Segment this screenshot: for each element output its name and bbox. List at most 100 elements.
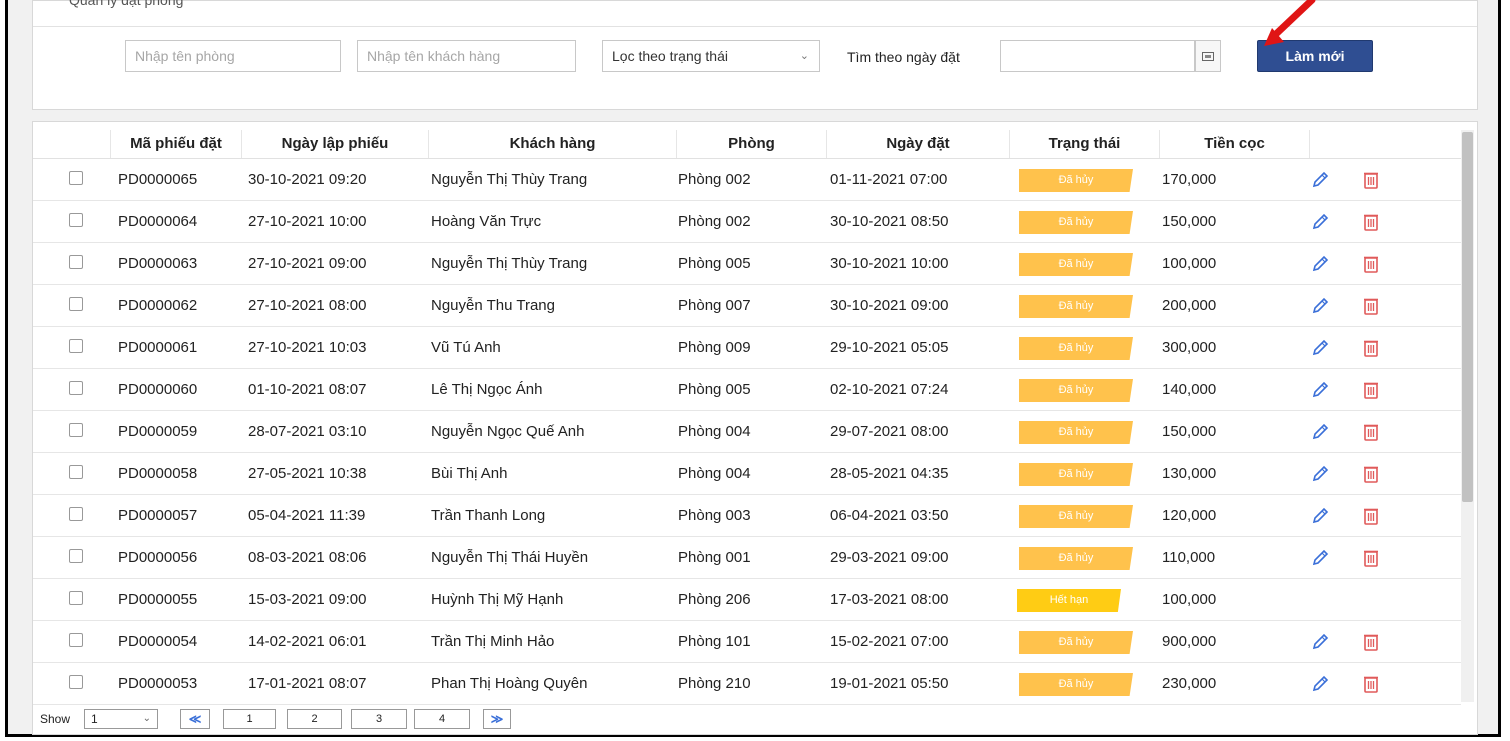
trash-icon[interactable]	[1363, 171, 1379, 189]
row-checkbox[interactable]	[69, 171, 83, 185]
table-row[interactable]: PD0000054 14-02-2021 06:01 Trần Thị Minh H…	[33, 621, 1461, 663]
row-checkbox[interactable]	[69, 675, 83, 689]
trash-icon[interactable]	[1363, 507, 1379, 525]
cell-room: Phòng 004	[678, 465, 751, 482]
pencil-icon[interactable]	[1311, 339, 1329, 357]
pencil-icon[interactable]	[1311, 465, 1329, 483]
pencil-icon[interactable]	[1311, 423, 1329, 441]
table-row[interactable]: PD0000056 08-03-2021 08:06 Nguyễn Thị Thái…	[33, 537, 1461, 579]
scroll-thumb[interactable]	[1462, 132, 1473, 502]
row-checkbox[interactable]	[69, 381, 83, 395]
cell-booked: 17-03-2021 08:00	[830, 591, 949, 608]
cell-customer: Nguyễn Thu Trang	[431, 297, 555, 314]
booking-date-label: Tìm theo ngày đặt	[847, 49, 960, 65]
bookings-table: Mã phiếu đặt Ngày lập phiếu Khách hàng P…	[32, 121, 1478, 735]
cell-code: PD0000057	[118, 507, 198, 524]
row-checkbox[interactable]	[69, 297, 83, 311]
trash-icon[interactable]	[1363, 339, 1379, 357]
header-customer: Khách hàng	[428, 130, 676, 158]
header-code: Mã phiếu đặt	[110, 130, 241, 158]
trash-icon[interactable]	[1363, 255, 1379, 273]
table-row[interactable]: PD0000063 27-10-2021 09:00 Nguyễn Thị Thùy…	[33, 243, 1461, 285]
table-row[interactable]: PD0000059 28-07-2021 03:10 Nguyễn Ngọc Quế…	[33, 411, 1461, 453]
status-filter-select[interactable]: Lọc theo trạng thái ⌄	[602, 40, 820, 72]
row-checkbox[interactable]	[69, 339, 83, 353]
table-row[interactable]: PD0000055 15-03-2021 09:00 Huỳnh Thị Mỹ Hạ…	[33, 579, 1461, 621]
table-row[interactable]: PD0000060 01-10-2021 08:07 Lê Thị Ngọc Ánh…	[33, 369, 1461, 411]
table-row[interactable]: PD0000058 27-05-2021 10:38 Bùi Thị Anh Phòn…	[33, 453, 1461, 495]
cell-customer: Phan Thị Hoàng Quyên	[431, 675, 588, 692]
customer-name-input[interactable]	[357, 40, 576, 72]
row-checkbox[interactable]	[69, 213, 83, 227]
table-row[interactable]: PD0000064 27-10-2021 10:00 Hoàng Văn Trực P…	[33, 201, 1461, 243]
cell-customer: Lê Thị Ngọc Ánh	[431, 381, 543, 398]
pencil-icon[interactable]	[1311, 255, 1329, 273]
room-name-input[interactable]	[125, 40, 341, 72]
calendar-button[interactable]	[1195, 40, 1221, 72]
cell-created: 27-10-2021 08:00	[248, 297, 367, 314]
prev-page-button[interactable]: ≪	[180, 709, 210, 729]
row-checkbox[interactable]	[69, 255, 83, 269]
cell-created: 01-10-2021 08:07	[248, 381, 367, 398]
table-row[interactable]: PD0000065 30-10-2021 09:20 Nguyễn Thị Thùy…	[33, 159, 1461, 201]
trash-icon[interactable]	[1363, 297, 1379, 315]
cell-code: PD0000063	[118, 255, 198, 272]
cell-code: PD0000054	[118, 633, 198, 650]
cell-created: 05-04-2021 11:39	[248, 507, 366, 524]
status-badge: Đã hủy	[1019, 505, 1133, 528]
page-button-1[interactable]: 1	[223, 709, 276, 729]
status-badge: Hết hạn	[1017, 589, 1121, 612]
cell-room: Phòng 206	[678, 591, 751, 608]
cell-code: PD0000055	[118, 591, 198, 608]
pencil-icon[interactable]	[1311, 381, 1329, 399]
booking-date-input[interactable]	[1000, 40, 1195, 72]
cell-deposit: 130,000	[1162, 465, 1217, 482]
row-checkbox[interactable]	[69, 423, 83, 437]
header-created: Ngày lập phiếu	[241, 130, 428, 158]
table-row[interactable]: PD0000061 27-10-2021 10:03 Vũ Tú Anh Phòng …	[33, 327, 1461, 369]
pencil-icon[interactable]	[1311, 507, 1329, 525]
pencil-icon[interactable]	[1311, 171, 1329, 189]
pencil-icon[interactable]	[1311, 213, 1329, 231]
cell-deposit: 200,000	[1162, 297, 1217, 314]
cell-created: 27-05-2021 10:38	[248, 465, 367, 482]
trash-icon[interactable]	[1363, 213, 1379, 231]
cell-customer: Bùi Thị Anh	[431, 465, 508, 482]
table-row[interactable]: PD0000053 17-01-2021 08:07 Phan Thị Hoàng …	[33, 663, 1461, 705]
cell-room: Phòng 001	[678, 549, 751, 566]
trash-icon[interactable]	[1363, 633, 1379, 651]
row-checkbox[interactable]	[69, 549, 83, 563]
red-arrow-icon	[1264, 0, 1316, 46]
trash-icon[interactable]	[1363, 381, 1379, 399]
next-page-button[interactable]: ≫	[483, 709, 511, 729]
pencil-icon[interactable]	[1311, 549, 1329, 567]
trash-icon[interactable]	[1363, 675, 1379, 693]
row-checkbox[interactable]	[69, 507, 83, 521]
table-row[interactable]: PD0000062 27-10-2021 08:00 Nguyễn Thu Tran…	[33, 285, 1461, 327]
cell-created: 28-07-2021 03:10	[248, 423, 367, 440]
pencil-icon[interactable]	[1311, 633, 1329, 651]
pencil-icon[interactable]	[1311, 675, 1329, 693]
pencil-icon[interactable]	[1311, 297, 1329, 315]
cell-code: PD0000062	[118, 297, 198, 314]
trash-icon[interactable]	[1363, 465, 1379, 483]
cell-customer: Nguyễn Thị Thùy Trang	[431, 255, 588, 272]
table-row[interactable]: PD0000057 05-04-2021 11:39 Trần Thanh Long…	[33, 495, 1461, 537]
page-button-2[interactable]: 2	[287, 709, 342, 729]
status-badge: Đã hủy	[1019, 337, 1133, 360]
trash-icon[interactable]	[1363, 549, 1379, 567]
status-badge: Đã hủy	[1019, 295, 1133, 318]
cell-deposit: 110,000	[1162, 549, 1216, 566]
panel-divider	[33, 26, 1477, 27]
cell-created: 27-10-2021 10:00	[248, 213, 367, 230]
trash-icon[interactable]	[1363, 423, 1379, 441]
row-checkbox[interactable]	[69, 591, 83, 605]
status-badge: Đã hủy	[1019, 421, 1133, 444]
row-checkbox[interactable]	[69, 633, 83, 647]
page-button-3[interactable]: 3	[351, 709, 407, 729]
row-checkbox[interactable]	[69, 465, 83, 479]
vertical-scrollbar[interactable]	[1461, 130, 1474, 702]
cell-room: Phòng 009	[678, 339, 751, 356]
page-size-select[interactable]: 1 ⌄	[84, 709, 158, 729]
page-button-4[interactable]: 4	[414, 709, 470, 729]
